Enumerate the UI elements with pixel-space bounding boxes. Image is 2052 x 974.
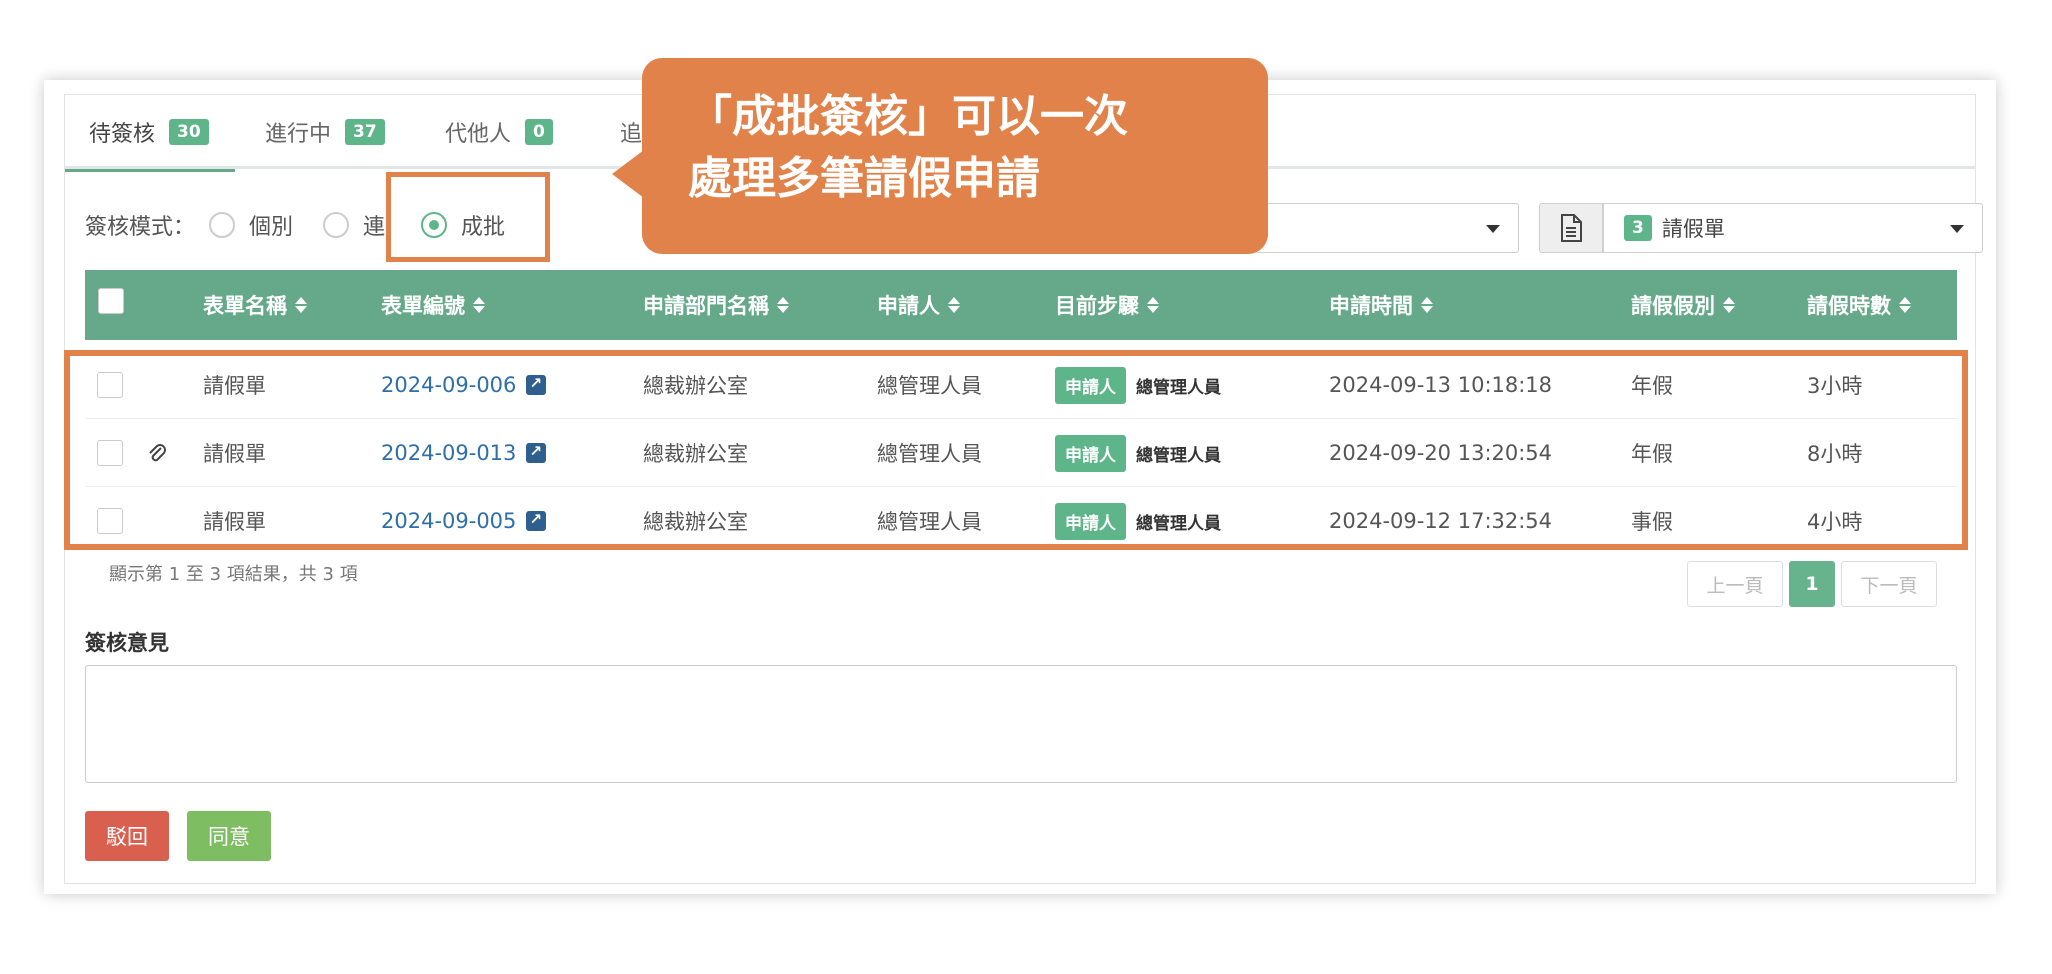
col-applicant[interactable]: 申請人 [877,270,960,340]
count-badge: 37 [345,119,385,145]
chevron-down-icon [1950,225,1964,233]
approve-button[interactable]: 同意 [187,811,271,861]
table-header: 表單名稱 表單編號 申請部門名稱 申請人 目前步驟 申請時間 請假假別 請假時數 [85,270,1957,340]
filter-select[interactable] [1255,203,1519,253]
col-form-number[interactable]: 表單編號 [381,270,485,340]
header-label: 申請時間 [1329,294,1413,318]
header-label: 表單名稱 [203,294,287,318]
sort-icon [1899,296,1911,314]
col-current-step[interactable]: 目前步驟 [1055,270,1159,340]
sort-icon [1147,296,1159,314]
radio-individual-label: 個別 [249,215,294,240]
col-department[interactable]: 申請部門名稱 [643,270,789,340]
form-type-value: 請假單 [1661,217,1725,241]
callout-line-1: 「成批簽核」可以一次 [688,91,1128,142]
sort-icon [473,296,485,314]
sort-icon [295,296,307,314]
tab-on-behalf[interactable]: 代他人 0 [445,95,553,169]
count-badge: 0 [525,119,553,145]
reject-button[interactable]: 駁回 [85,811,169,861]
col-form-name[interactable]: 表單名稱 [203,270,307,340]
form-count-badge: 3 [1624,215,1652,241]
count-badge: 30 [169,119,209,145]
header-label: 請假假別 [1631,294,1715,318]
header-label: 表單編號 [381,294,465,318]
tab-pending[interactable]: 待簽核 30 [65,95,235,172]
prev-page-button[interactable]: 上一頁 [1687,561,1783,607]
batch-mode-highlight [386,172,550,262]
header-label: 申請人 [877,294,940,318]
results-summary: 顯示第 1 至 3 項結果，共 3 項 [109,564,358,585]
callout-pointer [612,150,644,198]
header-label: 請假時數 [1807,294,1891,318]
callout-line-2: 處理多筆請假申請 [688,153,1040,204]
tab-in-progress[interactable]: 進行中 37 [265,95,385,169]
header-label: 申請部門名稱 [643,294,769,318]
sort-icon [948,296,960,314]
header-label: 目前步驟 [1055,294,1139,318]
rows-highlight [64,350,1968,550]
pagination: 上一頁 1 下一頁 [1687,561,1937,607]
col-leave-hours[interactable]: 請假時數 [1807,270,1911,340]
tab-label: 追 [620,122,643,147]
document-icon [1539,203,1603,253]
callout-bubble: 「成批簽核」可以一次 處理多筆請假申請 [642,58,1268,254]
next-page-button[interactable]: 下一頁 [1841,561,1937,607]
select-all-checkbox[interactable] [98,288,124,314]
comment-label: 簽核意見 [85,631,169,655]
tab-label: 待簽核 [89,122,156,147]
tab-label: 代他人 [445,122,512,147]
approval-mode-label: 簽核模式： [85,215,196,240]
comment-input[interactable] [85,665,1957,783]
sort-icon [1421,296,1433,314]
chevron-down-icon [1486,225,1500,233]
sort-icon [1723,296,1735,314]
form-type-select[interactable]: 3 請假單 [1603,203,1983,253]
tab-label: 進行中 [265,122,332,147]
col-leave-type[interactable]: 請假假別 [1631,270,1735,340]
radio-continuous[interactable] [323,212,350,238]
sort-icon [777,296,789,314]
radio-individual[interactable] [209,212,236,238]
page-1-button[interactable]: 1 [1789,561,1835,607]
col-apply-time[interactable]: 申請時間 [1329,270,1433,340]
